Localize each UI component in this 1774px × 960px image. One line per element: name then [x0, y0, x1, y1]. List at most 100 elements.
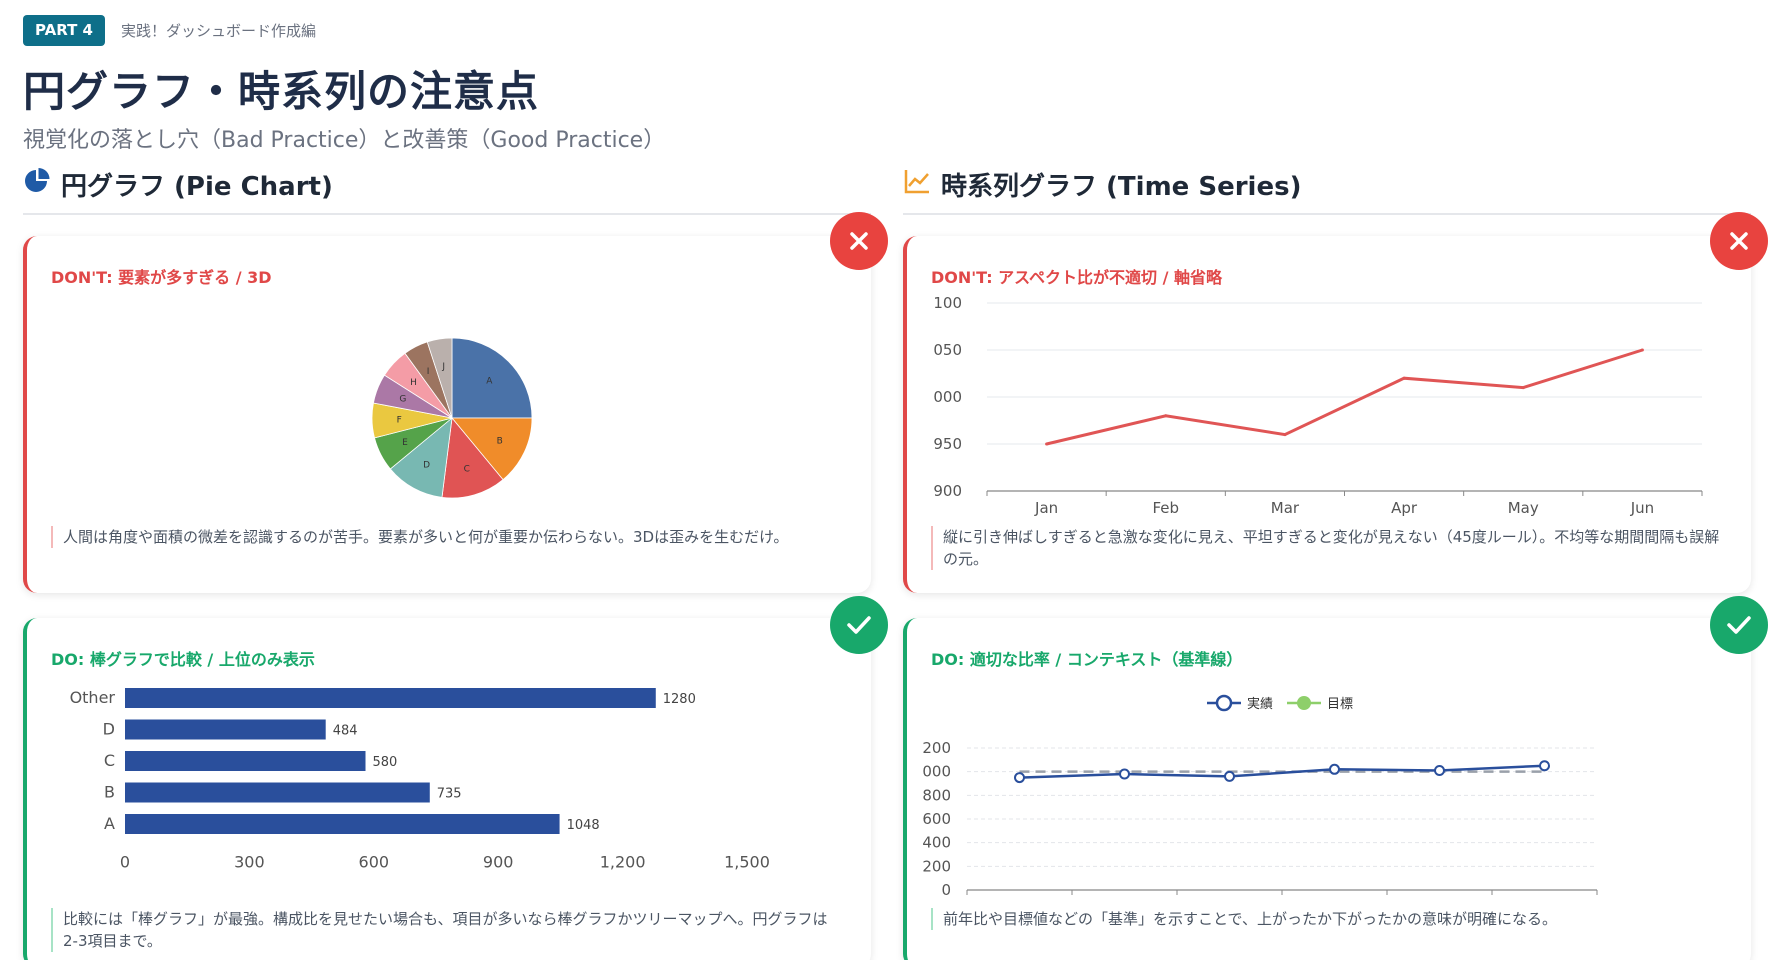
pie-label: F	[397, 416, 402, 426]
data-point	[1640, 348, 1644, 352]
pie-label: E	[402, 438, 408, 448]
bar-D	[125, 719, 326, 740]
bad-mark-time	[1710, 212, 1768, 270]
pie-label: C	[464, 465, 470, 475]
card-note: 比較には「棒グラフ」が最強。構成比を見せたい場合も、項目が多いなら棒グラフかツリ…	[51, 908, 841, 952]
part-subtitle: 実践！ダッシュボード作成編	[121, 22, 317, 40]
pie-chart-icon	[23, 167, 51, 202]
card-pie-dont: DON'T: 要素が多すぎる / 3D A B C D E F GHI J 人間は角度や面積の…	[23, 236, 871, 593]
card-label: DON'T: 要素が多すぎる / 3D	[51, 268, 272, 287]
section-divider-pie	[23, 213, 871, 215]
value-label: 1048	[567, 818, 600, 833]
bar-A	[125, 814, 560, 834]
x-tick-label: 600	[359, 853, 390, 872]
card-label: DON'T: アスペクト比が不適切 / 軸省略	[931, 268, 1223, 287]
data-point	[1521, 386, 1525, 390]
y-tick-label: 400	[922, 834, 951, 852]
data-point-actual	[1224, 770, 1235, 782]
x-tick-label: Jan	[1034, 499, 1058, 517]
data-point	[1164, 414, 1168, 418]
category-label: B	[104, 783, 115, 802]
y-tick-label: 600	[922, 810, 951, 828]
pie-label: H	[410, 378, 417, 388]
y-tick-label: 100	[933, 294, 962, 312]
value-label: 484	[333, 724, 358, 739]
line-chart-context: 2000008006004002000JanFebMarAprMayJun実績目…	[922, 694, 1598, 898]
value-label: 735	[437, 787, 462, 802]
category-label: A	[104, 814, 115, 833]
x-tick-label: Apr	[1391, 499, 1418, 517]
pie-label: I	[427, 367, 430, 377]
y-tick-label: 200	[922, 857, 951, 875]
data-point-actual	[1539, 760, 1550, 772]
good-mark-pie	[830, 596, 888, 654]
bar-B	[125, 782, 430, 803]
x-tick-label: Mar	[1271, 499, 1300, 517]
data-point	[1283, 433, 1287, 437]
good-mark-time	[1710, 596, 1768, 654]
data-point-actual	[1329, 763, 1340, 775]
section-title-pie: 円グラフ (Pie Chart)	[61, 172, 333, 202]
x-tick-label: Feb	[1152, 499, 1179, 517]
y-tick-label: 0	[941, 881, 951, 898]
data-point	[1045, 442, 1049, 446]
x-tick-label: May	[1508, 499, 1539, 517]
card-label: DO: 適切な比率 / コンテキスト（基準線）	[931, 650, 1243, 669]
value-label: 1280	[663, 692, 696, 707]
y-tick-label: 000	[922, 763, 951, 781]
card-label: DO: 棒グラフで比較 / 上位のみ表示	[51, 650, 315, 669]
check-icon	[1727, 616, 1751, 634]
data-point-actual	[1434, 764, 1445, 776]
card-time-do: DO: 適切な比率 / コンテキスト（基準線） 200 000 800 600 400 2…	[903, 618, 1751, 960]
card-note: 前年比や目標値などの「基準」を示すことで、上がったか下がったかの意味が明確になる…	[931, 908, 1721, 930]
category-label: Other	[70, 688, 116, 707]
y-tick-label: 950	[933, 435, 962, 453]
bar-C	[125, 751, 366, 771]
y-tick-label: 000	[933, 388, 962, 406]
x-tick-label: 0	[120, 853, 130, 872]
category-label: D	[103, 720, 115, 739]
legend-label-actual: 実績	[1247, 696, 1273, 712]
y-tick-label: 200	[922, 739, 951, 757]
card-note: 人間は角度や面積の微差を認識するのが苦手。要素が多いと何が重要か伝わらない。3D…	[51, 526, 841, 548]
bad-mark-pie	[830, 212, 888, 270]
y-tick-label: 800	[922, 786, 951, 804]
card-note: 縦に引き伸ばしすぎると急激な変化に見え、平坦すぎると変化が見えない（45度ルール…	[931, 526, 1721, 570]
page-title: 円グラフ・時系列の注意点	[23, 67, 540, 116]
section-heading-time: 時系列グラフ (Time Series)	[903, 166, 1301, 203]
x-tick-label: 1,500	[724, 853, 770, 872]
section-heading-pie: 円グラフ (Pie Chart)	[23, 166, 333, 203]
data-point-actual	[1014, 772, 1025, 784]
pie-label: A	[486, 377, 493, 387]
bar-chart: Other 1280 D 484 C 580 B 735 A 1048 0 300 600 900 1,20…	[70, 688, 770, 872]
bar-Other	[125, 688, 656, 708]
data-point-actual	[1119, 768, 1130, 780]
x-tick-label: 300	[234, 853, 265, 872]
x-tick-label: Jun	[1630, 499, 1654, 517]
card-time-dont: DON'T: アスペクト比が不適切 / 軸省略 100 050 000 950 900 J…	[903, 236, 1751, 593]
legend-marker-target	[1297, 696, 1311, 710]
page-subtitle: 視覚化の落とし穴（Bad Practice）と改善策（Good Practice…	[23, 128, 666, 153]
pie-label: J	[441, 362, 445, 372]
part-badge: PART 4	[23, 15, 105, 46]
pie-label: D	[423, 460, 430, 470]
data-point	[1402, 376, 1406, 380]
category-label: C	[104, 751, 115, 770]
legend-marker-actual	[1215, 694, 1233, 712]
x-icon	[850, 232, 868, 250]
x-tick-label: 900	[483, 853, 514, 872]
legend-label-target: 目標	[1327, 697, 1353, 712]
value-label: 580	[373, 755, 398, 770]
section-divider-time	[903, 213, 1751, 215]
check-icon	[847, 616, 871, 634]
y-tick-label: 050	[933, 341, 962, 359]
card-pie-do: DO: 棒グラフで比較 / 上位のみ表示 Other 1280 D 484 C 580 B 7…	[23, 618, 871, 960]
pie-chart: A B C D E F GHI J	[371, 337, 533, 499]
section-title-time: 時系列グラフ (Time Series)	[941, 172, 1302, 202]
x-tick-label: 1,200	[600, 853, 646, 872]
pie-label: B	[497, 436, 503, 446]
y-tick-label: 900	[933, 482, 962, 500]
line-chart-icon	[903, 167, 931, 202]
x-icon	[1730, 232, 1748, 250]
line-chart-distorted: 100 050 000 950 900 Jan Feb Mar Apr May Jun	[933, 294, 1703, 517]
